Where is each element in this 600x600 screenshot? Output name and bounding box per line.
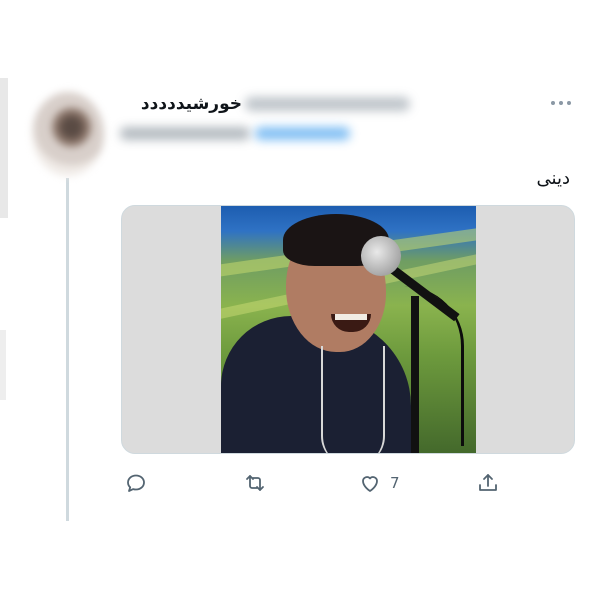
display-name[interactable]: خورشیددددد: [141, 94, 242, 114]
like-button[interactable]: 7: [358, 466, 400, 500]
replying-to-link-blurred[interactable]: [255, 127, 350, 140]
reply-button[interactable]: [124, 466, 148, 500]
microphone: [361, 236, 401, 276]
like-count: 7: [390, 474, 400, 492]
tweet-media[interactable]: [121, 205, 575, 454]
retweet-button[interactable]: [243, 466, 267, 500]
video-frame[interactable]: [221, 206, 476, 453]
left-edge-divider-lower: [0, 330, 6, 400]
heart-icon: [362, 476, 378, 492]
avatar[interactable]: [32, 92, 104, 176]
tweet-actions: 7: [0, 466, 600, 500]
microphone-stand: [411, 296, 419, 453]
share-icon: [479, 474, 497, 491]
reply-icon: [127, 474, 145, 492]
more-options-icon[interactable]: [549, 96, 573, 110]
handle-blurred: [245, 97, 410, 111]
retweet-icon: [246, 475, 264, 491]
replying-to-blurred: [120, 127, 250, 140]
left-edge-divider: [0, 78, 8, 218]
share-button[interactable]: [476, 466, 500, 500]
tweet-text: دینی: [536, 168, 570, 189]
